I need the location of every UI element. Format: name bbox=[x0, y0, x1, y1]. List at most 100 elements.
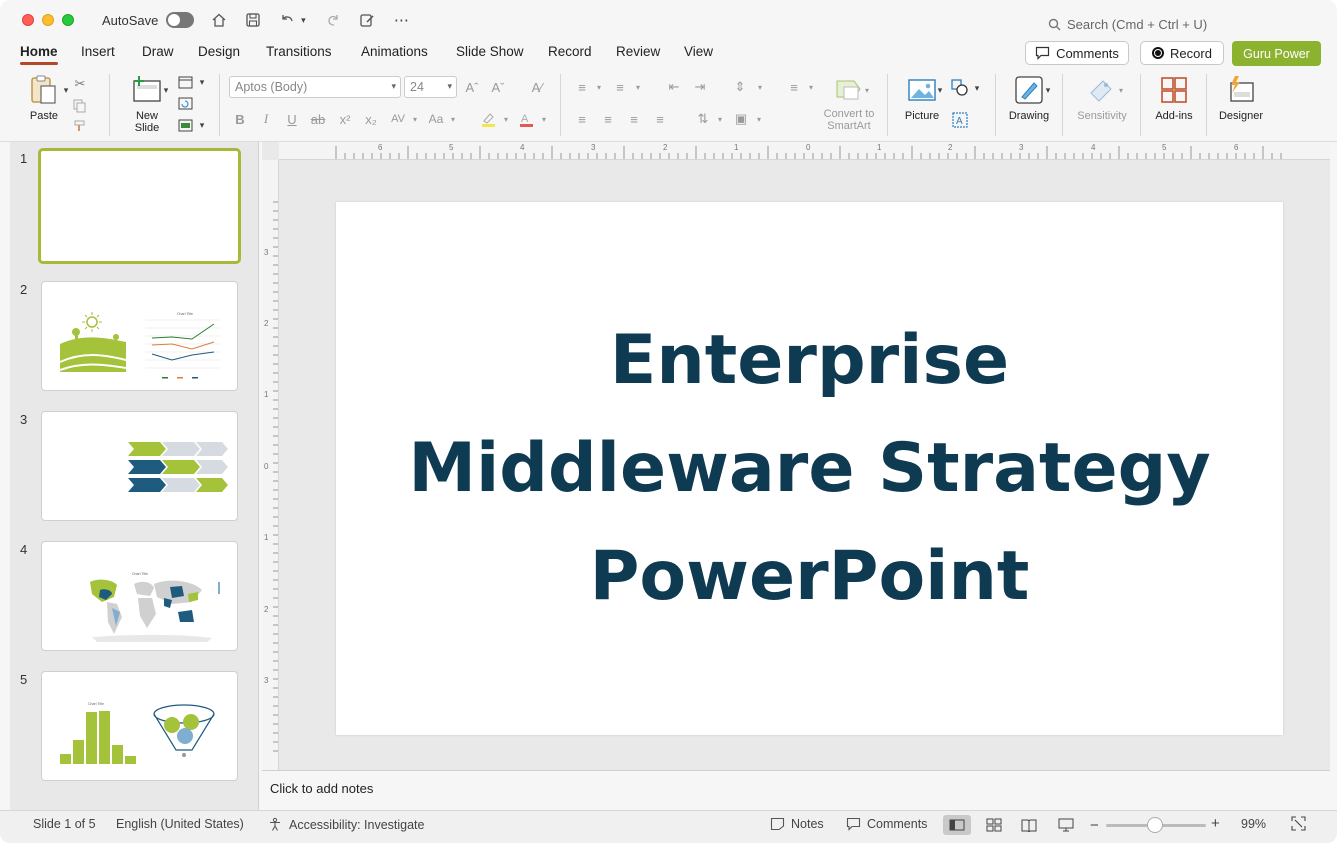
align-center-icon[interactable]: ≡ bbox=[598, 109, 618, 129]
slide-sorter-view-button[interactable] bbox=[980, 815, 1008, 835]
smartart-chevron-icon[interactable]: ▾ bbox=[857, 80, 877, 100]
tab-insert[interactable]: Insert bbox=[81, 44, 115, 59]
fit-to-window-button[interactable] bbox=[1291, 816, 1306, 831]
normal-view-icon bbox=[949, 819, 965, 831]
tab-view[interactable]: View bbox=[684, 44, 713, 59]
reset-slide-icon[interactable] bbox=[175, 93, 195, 113]
maximize-window-button[interactable] bbox=[62, 14, 74, 26]
font-name-dropdown[interactable]: Aptos (Body) ▾ bbox=[229, 76, 401, 98]
clear-formatting-icon[interactable]: A∕ bbox=[527, 77, 547, 97]
tab-home[interactable]: Home bbox=[20, 44, 58, 65]
font-size-dropdown[interactable]: 24 ▾ bbox=[404, 76, 457, 98]
tab-transitions[interactable]: Transitions bbox=[266, 44, 332, 59]
sensitivity-chevron-icon[interactable]: ▾ bbox=[1111, 80, 1131, 100]
designer-button[interactable]: Designer bbox=[1214, 74, 1268, 122]
redo-icon[interactable] bbox=[324, 11, 342, 29]
slide-thumbnail-4[interactable]: Chart Title bbox=[41, 541, 238, 651]
tab-record[interactable]: Record bbox=[548, 44, 592, 59]
bullets-chevron-icon[interactable]: ▾ bbox=[589, 77, 609, 97]
decrease-font-size-icon[interactable]: Aˇ bbox=[488, 77, 508, 97]
accessibility-status[interactable]: Accessibility: Investigate bbox=[268, 817, 424, 832]
add-ins-label: Add-ins bbox=[1155, 110, 1193, 122]
slide-thumbnail-5[interactable]: Chart Title bbox=[41, 671, 238, 781]
reading-view-button[interactable] bbox=[1015, 815, 1043, 835]
font-color-chevron-icon[interactable]: ▾ bbox=[534, 109, 554, 129]
slide-title[interactable]: Enterprise Middleware Strategy PowerPoin… bbox=[408, 307, 1210, 631]
comments-toggle-button[interactable]: Comments bbox=[846, 817, 927, 831]
italic-icon[interactable]: I bbox=[256, 109, 276, 129]
line-spacing-chevron-icon[interactable]: ▾ bbox=[750, 77, 770, 97]
text-box-icon[interactable]: A bbox=[950, 110, 970, 130]
comments-button[interactable]: Comments bbox=[1025, 41, 1129, 65]
convert-label-line1: Convert to bbox=[823, 108, 875, 120]
search-box[interactable]: Search (Cmd + Ctrl + U) bbox=[1048, 17, 1207, 32]
increase-font-size-icon[interactable]: Aˆ bbox=[462, 77, 482, 97]
subscript-icon[interactable]: x₂ bbox=[361, 109, 381, 129]
superscript-icon[interactable]: x² bbox=[335, 109, 355, 129]
increase-indent-icon[interactable]: ⇥ bbox=[690, 77, 710, 97]
ribbon-home: Paste ▾ ✂ New Slide ▾ ▾ ▾ Aptos (Body) ▾… bbox=[0, 68, 1337, 142]
slide-canvas[interactable]: Enterprise Middleware Strategy PowerPoin… bbox=[336, 202, 1283, 735]
line-spacing-icon[interactable]: ⇕ bbox=[730, 77, 750, 97]
zoom-level[interactable]: 99% bbox=[1241, 817, 1266, 831]
highlight-icon[interactable] bbox=[478, 109, 498, 129]
highlight-chevron-icon[interactable]: ▾ bbox=[496, 109, 516, 129]
save-icon[interactable] bbox=[244, 11, 262, 29]
picture-chevron-icon[interactable]: ▾ bbox=[930, 80, 950, 100]
slide-thumbnail-1[interactable] bbox=[38, 148, 241, 264]
tab-review[interactable]: Review bbox=[616, 44, 660, 59]
close-window-button[interactable] bbox=[22, 14, 34, 26]
copy-icon[interactable] bbox=[70, 96, 90, 116]
justify-icon[interactable]: ≡ bbox=[650, 109, 670, 129]
strikethrough-icon[interactable]: ab bbox=[308, 109, 328, 129]
decrease-indent-icon[interactable]: ⇤ bbox=[664, 77, 684, 97]
tab-slide-show[interactable]: Slide Show bbox=[456, 44, 524, 59]
section-chevron-icon[interactable]: ▾ bbox=[192, 115, 212, 135]
change-case-chevron-icon[interactable]: ▾ bbox=[443, 109, 463, 129]
slide-show-view-button[interactable] bbox=[1052, 815, 1080, 835]
align-text-chevron-icon[interactable]: ▾ bbox=[749, 109, 769, 129]
tab-design[interactable]: Design bbox=[198, 44, 240, 59]
notes-pane[interactable]: Click to add notes bbox=[262, 770, 1330, 810]
record-button[interactable]: Record bbox=[1140, 41, 1224, 65]
font-color-icon[interactable]: A bbox=[516, 109, 536, 129]
shapes-chevron-icon[interactable]: ▾ bbox=[967, 78, 987, 98]
slide-thumbnail-2[interactable]: Chart Title bbox=[41, 281, 238, 391]
numbering-chevron-icon[interactable]: ▾ bbox=[628, 77, 648, 97]
home-icon[interactable] bbox=[210, 11, 228, 29]
text-direction-chevron-icon[interactable]: ▾ bbox=[710, 109, 730, 129]
add-ins-button[interactable]: Add-ins bbox=[1150, 74, 1198, 122]
language-indicator[interactable]: English (United States) bbox=[116, 817, 244, 831]
character-spacing-chevron-icon[interactable]: ▾ bbox=[405, 109, 425, 129]
align-text-icon[interactable]: ▣ bbox=[731, 109, 751, 129]
underline-icon[interactable]: U bbox=[282, 109, 302, 129]
align-left-icon[interactable]: ≡ bbox=[572, 109, 592, 129]
undo-dropdown-chevron-icon[interactable]: ▾ bbox=[298, 11, 308, 29]
accessibility-icon bbox=[270, 817, 280, 831]
bold-icon[interactable]: B bbox=[230, 109, 250, 129]
format-painter-icon[interactable] bbox=[70, 116, 90, 136]
minimize-window-button[interactable] bbox=[42, 14, 54, 26]
zoom-out-button[interactable]: − bbox=[1090, 817, 1099, 834]
slide-thumbnail-3[interactable] bbox=[41, 411, 238, 521]
guru-power-button[interactable]: Guru Power bbox=[1232, 41, 1321, 66]
zoom-slider-handle[interactable] bbox=[1147, 817, 1163, 833]
comment-icon bbox=[1035, 46, 1050, 60]
zoom-in-button[interactable]: + bbox=[1211, 815, 1220, 832]
numbering-icon[interactable]: ≡ bbox=[610, 77, 630, 97]
cut-icon[interactable]: ✂ bbox=[70, 74, 90, 94]
layout-chevron-icon[interactable]: ▾ bbox=[192, 72, 212, 92]
more-options-icon[interactable]: ⋯ bbox=[392, 11, 410, 29]
edit-document-icon[interactable] bbox=[358, 11, 376, 29]
autosave-toggle[interactable] bbox=[166, 12, 195, 28]
notes-toggle-button[interactable]: Notes bbox=[770, 817, 824, 831]
tab-animations[interactable]: Animations bbox=[361, 44, 428, 59]
powerpoint-window: AutoSave ▾ ⋯ Search (Cmd + Ctrl + U) Hom… bbox=[0, 0, 1337, 843]
tab-draw[interactable]: Draw bbox=[142, 44, 174, 59]
new-slide-chevron-icon[interactable]: ▾ bbox=[156, 80, 176, 100]
align-right-icon[interactable]: ≡ bbox=[624, 109, 644, 129]
drawing-chevron-icon[interactable]: ▾ bbox=[1038, 80, 1058, 100]
normal-view-button[interactable] bbox=[943, 815, 971, 835]
grid-view-icon bbox=[986, 818, 1002, 832]
undo-icon[interactable] bbox=[278, 11, 296, 29]
